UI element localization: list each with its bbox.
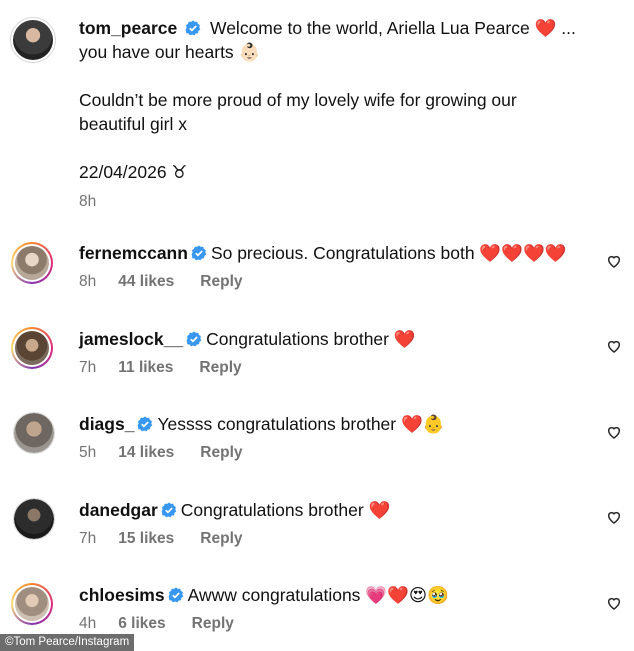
verified-badge-icon	[186, 331, 202, 347]
avatar-photo	[14, 499, 54, 539]
comment-time: 7h	[79, 359, 97, 376]
caption-date: 22/04/2026 ♉	[79, 162, 188, 182]
verified-badge-icon	[191, 245, 207, 261]
reply-button[interactable]: Reply	[200, 444, 242, 461]
comment-username[interactable]: chloesims	[79, 585, 165, 605]
photo-credit-watermark: ©Tom Pearce/Instagram	[0, 634, 135, 651]
comment-time: 7h	[79, 530, 97, 547]
avatar-danedgar[interactable]	[13, 498, 55, 540]
avatar-photo	[15, 246, 49, 280]
comment-username[interactable]: diags_	[79, 414, 134, 434]
verified-badge-icon	[161, 502, 177, 518]
comment-fernemccann: fernemccann So precious. Congratulations …	[79, 241, 599, 291]
comment-text: Congratulations brother ❤️	[206, 329, 416, 349]
caption-line-2: you have our hearts 👶🏻	[79, 42, 261, 62]
comment-chloesims: chloesims Awww congratulations 💗❤️😍🥹 4h 6 …	[79, 583, 599, 633]
verified-badge-icon	[138, 416, 153, 432]
comment-likes[interactable]: 44 likes	[118, 273, 174, 290]
avatar-tom-pearce[interactable]	[10, 17, 56, 63]
caption-line-1: Welcome to the world, Ariella Lua Pearce…	[210, 18, 576, 38]
comment-text: Yessss congratulations brother ❤️👶	[157, 414, 445, 434]
reply-button[interactable]: Reply	[200, 530, 242, 547]
reply-button[interactable]: Reply	[192, 615, 234, 632]
comment-text: So precious. Congratulations both ❤️❤️❤️…	[210, 243, 567, 263]
like-heart-icon[interactable]	[606, 338, 622, 354]
avatar-jameslock[interactable]	[11, 327, 53, 369]
avatar-fernemccann[interactable]	[11, 242, 53, 284]
comment-username[interactable]: jameslock__	[79, 329, 183, 349]
caption-line-4: beautiful girl x	[79, 114, 187, 134]
reply-button[interactable]: Reply	[200, 273, 242, 290]
like-heart-icon[interactable]	[606, 253, 622, 269]
comment-danedgar: danedgar Congratulations brother ❤️ 7h 15 …	[79, 498, 599, 548]
comment-text: Congratulations brother ❤️	[180, 500, 391, 520]
comment-username[interactable]: fernemccann	[79, 243, 188, 263]
comment-diags: diags_ Yessss congratulations brother ❤️👶…	[79, 412, 599, 462]
comment-time: 4h	[79, 615, 97, 632]
comment-time: 5h	[79, 444, 97, 461]
comment-likes[interactable]: 11 likes	[118, 359, 173, 376]
comment-likes[interactable]: 15 likes	[118, 530, 174, 547]
post-caption: tom_pearce Welcome to the world, Ariella…	[79, 16, 609, 214]
like-heart-icon[interactable]	[606, 509, 622, 525]
avatar-photo	[13, 20, 53, 60]
avatar-photo	[15, 331, 49, 365]
caption-time: 8h	[79, 193, 97, 210]
comment-likes[interactable]: 14 likes	[118, 444, 174, 461]
comment-jameslock: jameslock__ Congratulations brother ❤️ 7h…	[79, 327, 599, 377]
avatar-photo	[15, 587, 49, 621]
like-heart-icon[interactable]	[606, 424, 622, 440]
caption-username[interactable]: tom_pearce	[79, 18, 177, 38]
comment-text: Awww congratulations 💗❤️😍🥹	[187, 585, 449, 605]
caption-line-3: Couldn’t be more proud of my lovely wife…	[79, 90, 517, 110]
verified-badge-icon	[168, 587, 183, 603]
comment-username[interactable]: danedgar	[79, 500, 158, 520]
verified-badge-icon	[185, 20, 201, 36]
comment-likes[interactable]: 6 likes	[118, 615, 165, 632]
like-heart-icon[interactable]	[606, 595, 622, 611]
reply-button[interactable]: Reply	[199, 359, 241, 376]
avatar-chloesims[interactable]	[11, 583, 53, 625]
comment-time: 8h	[79, 273, 97, 290]
avatar-diags[interactable]	[13, 412, 55, 454]
avatar-photo	[14, 413, 54, 453]
